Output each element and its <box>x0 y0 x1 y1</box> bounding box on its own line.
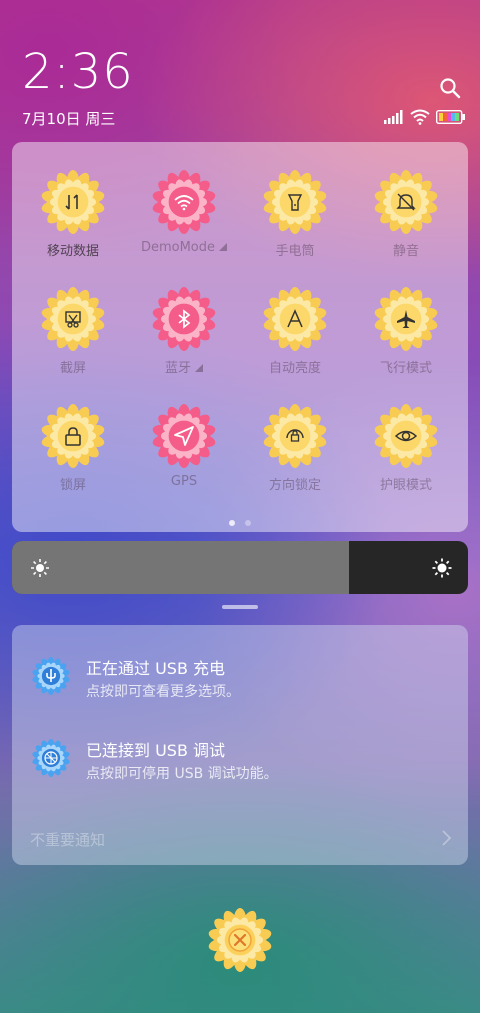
tile-eye[interactable]: 护眼模式 <box>351 404 461 493</box>
location-icon <box>152 404 216 468</box>
notification-title: 已连接到 USB 调试 <box>86 741 226 760</box>
tile-rotation-lock[interactable]: 方向锁定 <box>240 404 350 493</box>
tile-label: 自动亮度 <box>268 361 321 376</box>
brightness-slider[interactable] <box>12 541 468 594</box>
chevron-right-icon[interactable] <box>440 829 452 847</box>
tile-mute[interactable]: 静音 <box>351 170 461 259</box>
rotation-lock-icon <box>263 404 327 468</box>
search-icon[interactable] <box>438 76 462 100</box>
tile-screenshot[interactable]: 截屏 <box>18 287 128 376</box>
date-label: 7月10日 周三 <box>22 110 116 128</box>
mute-icon <box>374 170 438 234</box>
expand-triangle-icon <box>219 243 228 251</box>
tile-airplane[interactable]: 飞行模式 <box>351 287 461 376</box>
quick-settings-panel: 移动数据 DemoMode 手电筒 静音截屏 蓝牙 自动亮度 飞行模式锁屏 GPS 方向锁定 护眼… <box>12 142 468 532</box>
drag-handle[interactable] <box>222 605 258 609</box>
notification-subtitle: 点按即可查看更多选项。 <box>86 684 240 700</box>
tile-mobile-data[interactable]: 移动数据 <box>18 170 128 259</box>
tile-label: 静音 <box>392 244 419 259</box>
expand-triangle-icon <box>195 364 203 372</box>
tile-auto-brightness[interactable]: 自动亮度 <box>240 287 350 376</box>
tile-label: 蓝牙 <box>129 357 239 376</box>
brightness-fill <box>12 541 350 594</box>
tile-wifi[interactable]: DemoMode <box>129 170 239 255</box>
status-icons <box>384 108 466 126</box>
brightness-high-icon <box>432 558 452 578</box>
tile-label: 截屏 <box>59 361 86 376</box>
clear-all-icon[interactable] <box>208 908 272 972</box>
tile-flashlight[interactable]: 手电筒 <box>240 170 350 259</box>
clock: 2:36 <box>22 44 134 100</box>
tile-label: DemoMode <box>129 240 239 255</box>
tile-label: 移动数据 <box>46 244 99 259</box>
tile-label: 手电筒 <box>275 244 315 259</box>
eye-icon <box>374 404 438 468</box>
bluetooth-icon <box>152 287 216 351</box>
signal-icon <box>384 110 403 124</box>
notification-usb-debugging[interactable]: 已连接到 USB 调试 点按即可停用 USB 调试功能。 <box>32 735 452 795</box>
tile-label: 飞行模式 <box>379 361 432 376</box>
tile-label: GPS <box>170 474 198 489</box>
auto-brightness-icon <box>263 287 327 351</box>
tile-lock[interactable]: 锁屏 <box>18 404 128 493</box>
notification-panel: 正在通过 USB 充电 点按即可查看更多选项。 已连接到 USB 调试 点按即可… <box>12 625 468 865</box>
airplane-icon <box>374 287 438 351</box>
mobile-data-icon <box>41 170 105 234</box>
battery-icon <box>436 110 465 124</box>
debug-icon <box>32 739 70 777</box>
notification-title: 正在通过 USB 充电 <box>86 659 226 678</box>
page-dot <box>229 520 235 526</box>
tile-label: 护眼模式 <box>379 478 432 493</box>
brightness-low-icon <box>31 559 49 577</box>
tile-location[interactable]: GPS <box>129 404 239 489</box>
page-dot <box>245 520 251 526</box>
usb-icon <box>32 657 70 695</box>
unimportant-notifications-link[interactable]: 不重要通知 <box>30 829 105 850</box>
tile-bluetooth[interactable]: 蓝牙 <box>129 287 239 376</box>
wifi-icon <box>410 109 430 125</box>
screenshot-icon <box>41 287 105 351</box>
wifi-icon <box>152 170 216 234</box>
flashlight-icon <box>263 170 327 234</box>
tile-label: 方向锁定 <box>268 478 321 493</box>
notification-subtitle: 点按即可停用 USB 调试功能。 <box>86 766 278 782</box>
page-indicator <box>12 520 468 526</box>
tile-label: 锁屏 <box>59 478 86 493</box>
lock-icon <box>41 404 105 468</box>
notification-usb-charging[interactable]: 正在通过 USB 充电 点按即可查看更多选项。 <box>32 653 452 713</box>
